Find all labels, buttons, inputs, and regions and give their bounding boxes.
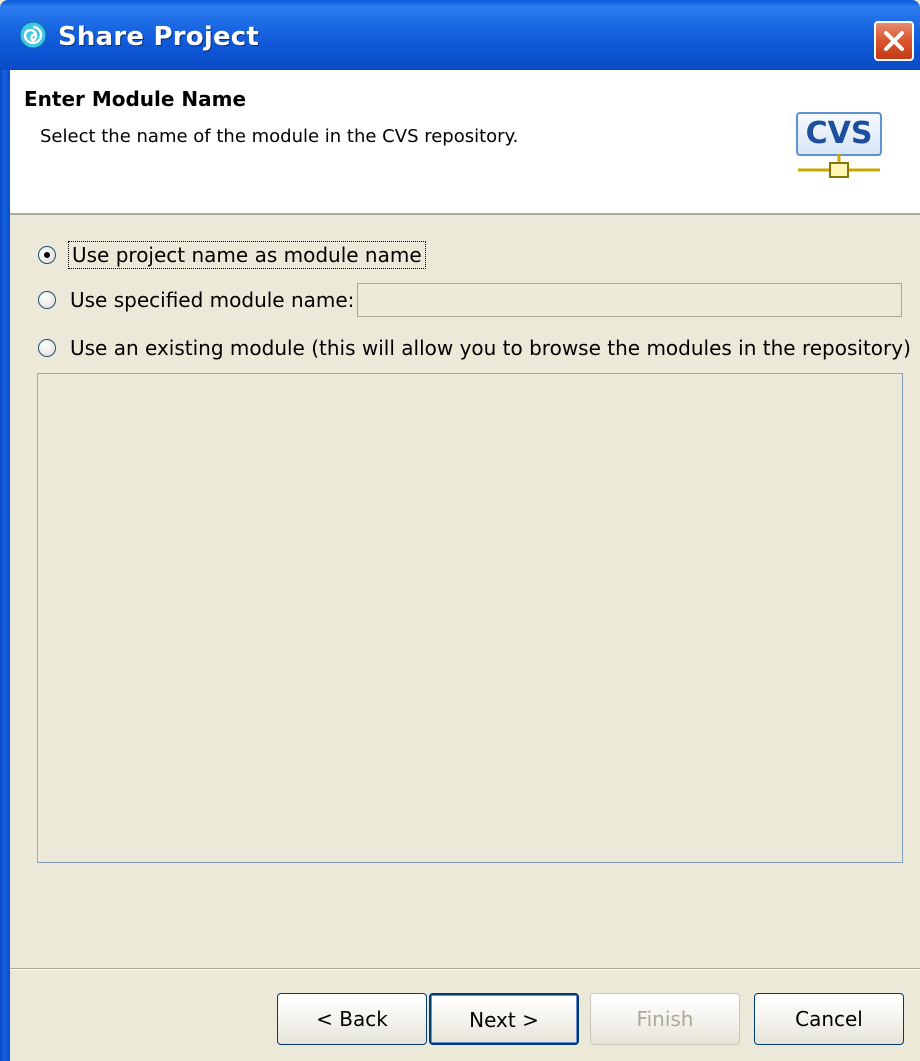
option-specified-name[interactable]: Use specified module name: — [38, 288, 354, 312]
module-name-input[interactable] — [357, 283, 902, 317]
existing-module-label: Use an existing module (this will allow … — [70, 336, 911, 360]
existing-module-radio[interactable] — [38, 339, 56, 357]
cvs-logo-text: CVS — [796, 112, 882, 156]
button-bar-separator — [10, 968, 920, 970]
window-frame-left — [0, 70, 10, 1061]
specified-name-label: Use specified module name: — [70, 288, 355, 312]
window-title: Share Project — [58, 22, 260, 52]
specified-name-radio[interactable] — [38, 291, 56, 309]
wizard-header-banner: Enter Module Name Select the name of the… — [10, 70, 920, 215]
finish-button[interactable]: Finish — [590, 993, 740, 1045]
module-browser-list[interactable] — [37, 373, 903, 863]
page-title: Enter Module Name — [24, 87, 247, 111]
project-name-label: Use project name as module name — [68, 241, 426, 269]
back-button[interactable]: < Back — [277, 993, 427, 1045]
cvs-connector-icon — [798, 154, 880, 178]
share-project-dialog: Share Project Enter Module Name Select t… — [0, 0, 920, 1061]
project-name-radio[interactable] — [38, 246, 56, 264]
option-existing-module[interactable]: Use an existing module (this will allow … — [38, 336, 911, 360]
cvs-repository-icon: CVS — [796, 106, 882, 186]
close-icon — [884, 31, 904, 51]
next-button[interactable]: Next > — [429, 993, 579, 1045]
cancel-button[interactable]: Cancel — [754, 993, 904, 1045]
title-bar[interactable]: Share Project — [0, 0, 920, 70]
close-button[interactable] — [874, 21, 914, 61]
option-project-name[interactable]: Use project name as module name — [38, 241, 426, 269]
page-description: Select the name of the module in the CVS… — [40, 126, 519, 147]
eclipse-swirl-icon — [19, 21, 47, 49]
